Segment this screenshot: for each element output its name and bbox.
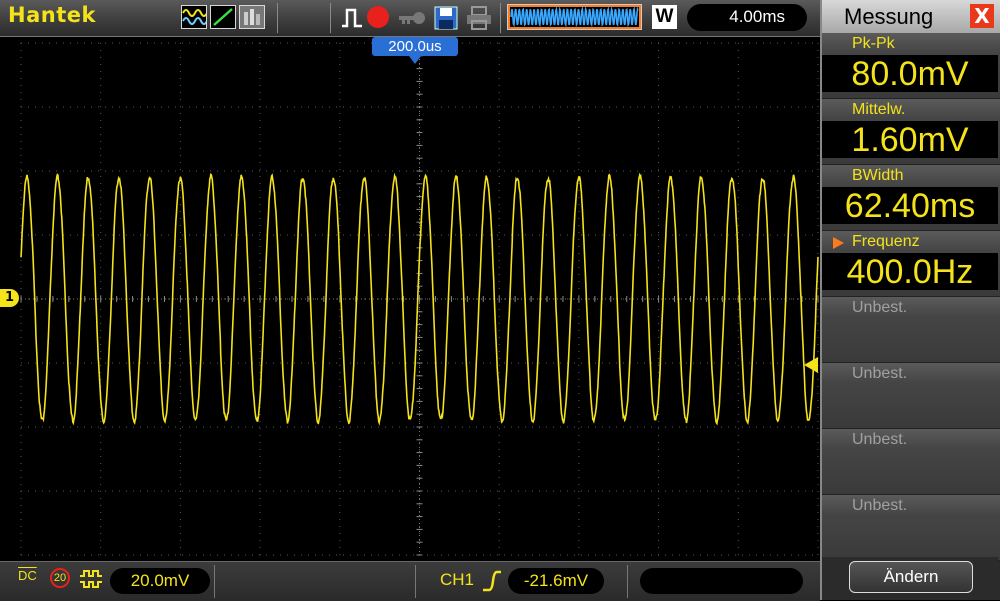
measurement-value: 1.60mV (822, 121, 998, 159)
measurement-label: Frequenz (852, 233, 920, 250)
measurement-label: Unbest. (852, 365, 908, 382)
measurement-slot-2[interactable]: Mittelw. 1.60mV (822, 99, 1000, 165)
measurement-value: 62.40ms (822, 187, 998, 225)
trigger-position-readout: 200.0us (372, 37, 458, 56)
invert-icon (79, 570, 103, 592)
memory-position-indicator[interactable] (507, 4, 642, 30)
trigger-position-marker[interactable] (409, 56, 421, 64)
status-readout (640, 568, 803, 594)
xy-mode-icon[interactable] (210, 5, 236, 29)
trigger-edge-icon (340, 6, 366, 34)
memory-waveform-preview (510, 6, 639, 28)
key-lock-icon (397, 8, 427, 32)
waveform-display-icon[interactable] (181, 5, 208, 29)
measurement-slot-7[interactable]: Unbest. (822, 429, 1000, 495)
waveform-display (0, 36, 820, 561)
run-stop-indicator-icon[interactable] (367, 6, 389, 28)
panel-title: Messung (844, 4, 934, 29)
acquisition-mode-label: W (652, 5, 677, 29)
measurement-label: BWidth (852, 167, 904, 184)
measurement-label: Mittelw. (852, 101, 906, 118)
measurement-value: 80.0mV (822, 55, 998, 93)
channel1-ground-marker[interactable]: 1 (0, 289, 19, 307)
measurement-slot-4[interactable]: Frequenz 400.0Hz (822, 231, 1000, 297)
save-icon[interactable] (433, 5, 459, 35)
measurement-label: Unbest. (852, 431, 908, 448)
close-button[interactable]: X (970, 4, 994, 28)
measurement-value: 400.0Hz (822, 253, 998, 291)
trigger-level-readout[interactable]: -21.6mV (508, 568, 604, 594)
top-toolbar: Hantek W 4.00ms (0, 0, 820, 37)
volts-per-div-readout[interactable]: 20.0mV (110, 568, 210, 594)
timebase-readout[interactable]: 4.00ms (687, 4, 807, 31)
measurement-slot-6[interactable]: Unbest. (822, 363, 1000, 429)
bottom-status-bar: DC 20 20.0mV CH1 -21.6mV (0, 561, 820, 601)
panel-footer: Ändern (822, 557, 998, 600)
measurement-label: Unbest. (852, 497, 908, 514)
bandwidth-limit-icon: 20 (50, 568, 70, 588)
measurement-panel: Messung X Pk-Pk 80.0mV Mittelw. 1.60mV B… (820, 0, 1000, 600)
measurement-label: Pk-Pk (852, 35, 895, 52)
measurement-slot-8[interactable]: Unbest. (822, 495, 1000, 561)
change-button[interactable]: Ändern (849, 561, 973, 593)
measurement-slot-3[interactable]: BWidth 62.40ms (822, 165, 1000, 231)
print-icon[interactable] (465, 5, 493, 35)
coupling-indicator: DC (18, 568, 37, 583)
panel-header: Messung X (822, 0, 1000, 33)
persistence-icon[interactable] (239, 5, 265, 29)
measurement-slot-1[interactable]: Pk-Pk 80.0mV (822, 33, 1000, 99)
selected-arrow-icon (833, 237, 844, 249)
brand-logo: Hantek (8, 3, 96, 27)
trigger-source-label: CH1 (440, 570, 475, 589)
rising-edge-icon (482, 570, 502, 596)
trigger-level-marker[interactable] (804, 357, 818, 373)
measurement-label: Unbest. (852, 299, 908, 316)
measurement-slot-5[interactable]: Unbest. (822, 297, 1000, 363)
